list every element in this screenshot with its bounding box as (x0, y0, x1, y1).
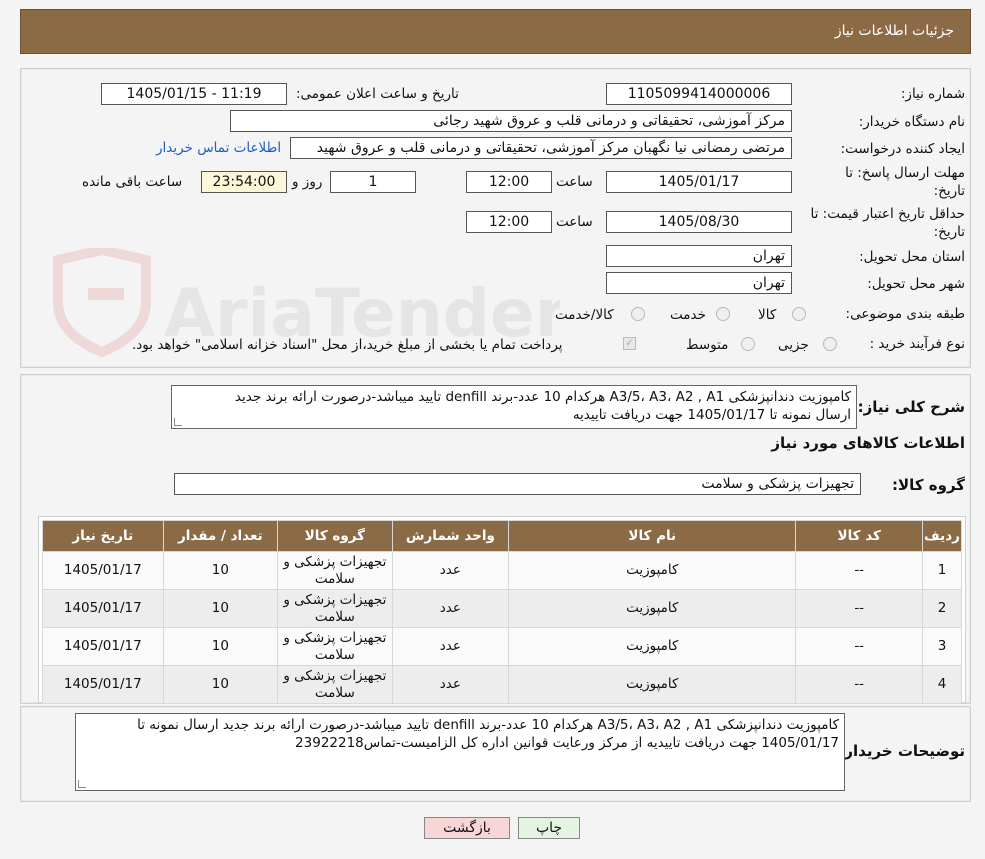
summary-label: شرح کلی نیاز: (857, 398, 965, 416)
cell-item-name: کامپوزیت (508, 627, 797, 666)
cell-row-num: 4 (921, 665, 963, 704)
validity-date-field: 1405/08/30 (606, 211, 792, 233)
buyer-contact-link[interactable]: اطلاعات تماس خریدار (156, 140, 281, 156)
cell-item-name: کامپوزیت (508, 551, 797, 590)
province-field: تهران (606, 245, 792, 267)
cell-quantity: 10 (162, 665, 279, 704)
reply-time-field: 12:00 (466, 171, 552, 193)
header-unit: واحد شمارش (391, 520, 510, 552)
creator-label: ایجاد کننده درخواست: (840, 141, 965, 157)
city-field: تهران (606, 272, 792, 294)
category-option-service: خدمت (670, 307, 706, 323)
cell-group: تجهیزات پزشکی و سلامت (277, 589, 393, 628)
resize-handle[interactable] (174, 418, 182, 426)
days-label: روز و (292, 174, 323, 190)
price-validity-label: حداقل تاریخ اعتبار قیمت: تا تاریخ: (810, 206, 965, 240)
notes-resize-handle[interactable] (78, 780, 86, 788)
table-row: 4 -- کامپوزیت عدد تجهیزات پزشکی و سلامت … (42, 665, 963, 704)
category-radio-service[interactable] (716, 307, 730, 321)
validity-time-field: 12:00 (466, 211, 552, 233)
table-row: 2 -- کامپوزیت عدد تجهیزات پزشکی و سلامت … (42, 589, 963, 628)
cell-item-code: -- (795, 627, 923, 666)
summary-line-2: ارسال نمونه تا 1405/01/17 جهت دریافت تای… (572, 407, 851, 423)
reply-time-label: ساعت (556, 174, 593, 190)
payment-note: پرداخت تمام یا بخشی از مبلغ خرید،از محل … (132, 337, 563, 353)
buyer-notes-label: توضیحات خریدار: (838, 742, 965, 760)
cell-need-date: 1405/01/17 (42, 589, 164, 628)
cell-need-date: 1405/01/17 (42, 665, 164, 704)
category-option-goods: کالا (758, 307, 777, 323)
remaining-time-field: 23:54:00 (201, 171, 287, 193)
payment-checkbox[interactable]: ✓ (623, 337, 636, 350)
cell-quantity: 10 (162, 589, 279, 628)
reply-deadline-label: مهلت ارسال پاسخ: تا تاریخ: (845, 165, 965, 199)
cell-group: تجهیزات پزشکی و سلامت (277, 551, 393, 590)
province-label: استان محل تحویل: (859, 249, 965, 265)
reply-date-field: 1405/01/17 (606, 171, 792, 193)
header-group: گروه کالا (277, 520, 393, 552)
cell-item-code: -- (795, 589, 923, 628)
cell-group: تجهیزات پزشکی و سلامت (277, 665, 393, 704)
header-row-num: ردیف (921, 520, 963, 552)
process-option-partial: جزیی (778, 337, 809, 353)
process-radio-partial[interactable] (823, 337, 837, 351)
buyer-org-label: نام دستگاه خریدار: (858, 114, 965, 130)
category-radio-both[interactable] (631, 307, 645, 321)
goods-group-field: تجهیزات پزشکی و سلامت (174, 473, 861, 495)
back-button[interactable]: بازگشت (424, 817, 510, 839)
cell-quantity: 10 (162, 627, 279, 666)
summary-line-1: کامپوزیت دندانپزشکی A3/5، A3، A2 , A1 هر… (234, 389, 851, 405)
need-number-label: شماره نیاز: (900, 86, 965, 102)
cell-unit: عدد (391, 589, 510, 628)
cell-unit: عدد (391, 551, 510, 590)
buyer-notes-textarea[interactable]: کامپوزیت دندانپزشکی A3/5، A3، A2 , A1 هر… (75, 713, 845, 791)
buyer-notes-line-2: 1405/01/17 جهت دریافت تاییدیه از مرکز ور… (295, 735, 839, 751)
cell-item-name: کامپوزیت (508, 665, 797, 704)
page-header: جزئیات اطلاعات نیاز (20, 9, 971, 54)
header-item-name: نام کالا (508, 520, 797, 552)
cell-unit: عدد (391, 665, 510, 704)
cell-row-num: 2 (921, 589, 963, 628)
cell-item-code: -- (795, 665, 923, 704)
validity-time-label: ساعت (556, 214, 593, 230)
need-number-field: 1105099414000006 (606, 83, 792, 105)
table-header-row: ردیف کد کالا نام کالا واحد شمارش گروه کا… (42, 520, 963, 552)
process-radio-medium[interactable] (741, 337, 755, 351)
announce-label: تاریخ و ساعت اعلان عمومی: (296, 86, 459, 102)
header-need-date: تاریخ نیاز (42, 520, 164, 552)
cell-need-date: 1405/01/17 (42, 627, 164, 666)
category-option-both: کالا/خدمت (555, 307, 614, 323)
cell-quantity: 10 (162, 551, 279, 590)
table-row: 3 -- کامپوزیت عدد تجهیزات پزشکی و سلامت … (42, 627, 963, 666)
category-label: طبقه بندی موضوعی: (845, 306, 965, 322)
remaining-label: ساعت باقی مانده (82, 174, 183, 190)
cell-item-name: کامپوزیت (508, 589, 797, 628)
header-quantity: تعداد / مقدار (162, 520, 279, 552)
summary-textarea[interactable]: کامپوزیت دندانپزشکی A3/5، A3، A2 , A1 هر… (171, 385, 857, 429)
cell-group: تجهیزات پزشکی و سلامت (277, 627, 393, 666)
category-radio-goods[interactable] (792, 307, 806, 321)
items-table: ردیف کد کالا نام کالا واحد شمارش گروه کا… (42, 520, 963, 704)
creator-field: مرتضی رمضانی نیا نگهبان مرکز آموزشی، تحق… (290, 137, 792, 159)
days-field: 1 (330, 171, 416, 193)
process-label: نوع فرآیند خرید : (869, 336, 965, 352)
cell-unit: عدد (391, 627, 510, 666)
goods-group-label: گروه کالا: (892, 476, 965, 494)
cell-item-code: -- (795, 551, 923, 590)
cell-row-num: 3 (921, 627, 963, 666)
page-title: جزئیات اطلاعات نیاز (834, 23, 954, 39)
cell-need-date: 1405/01/17 (42, 551, 164, 590)
buyer-org-field: مرکز آموزشی، تحقیقاتی و درمانی قلب و عرو… (230, 110, 792, 132)
print-button[interactable]: چاپ (518, 817, 580, 839)
city-label: شهر محل تحویل: (867, 276, 965, 292)
table-row: 1 -- کامپوزیت عدد تجهیزات پزشکی و سلامت … (42, 551, 963, 590)
buyer-notes-line-1: کامپوزیت دندانپزشکی A3/5، A3، A2 , A1 هر… (137, 717, 839, 733)
header-item-code: کد کالا (795, 520, 923, 552)
process-option-medium: متوسط (686, 337, 729, 353)
announce-field: 1405/01/15 - 11:19 (101, 83, 287, 105)
cell-row-num: 1 (921, 551, 963, 590)
items-table-wrapper: ردیف کد کالا نام کالا واحد شمارش گروه کا… (38, 516, 966, 704)
goods-info-title: اطلاعات کالاهای مورد نیاز (771, 434, 965, 452)
